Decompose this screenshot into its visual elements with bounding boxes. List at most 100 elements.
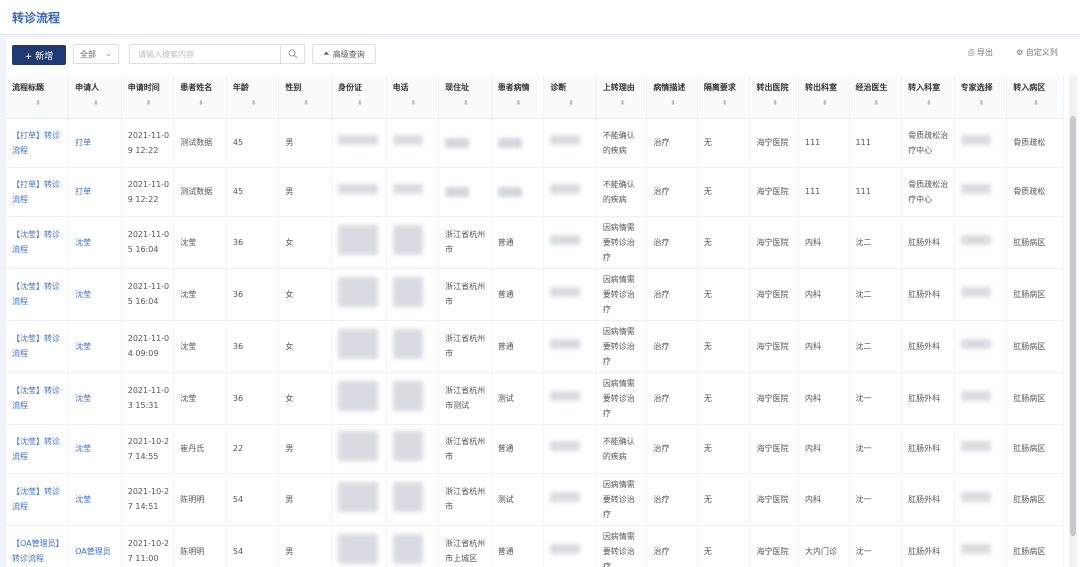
column-header[interactable]: 病情描述 ⬍ [646,76,698,119]
table-row[interactable]: 【OA管理员】转诊流程 OA管理员 2021-10-27 11:00 陈明明 54 男 浙江… [6,525,1064,567]
table-cell-title[interactable]: 【打单】转诊流程 [6,167,70,217]
sort-icon[interactable]: ⬍ [498,99,540,107]
column-header[interactable]: 转出医院 ⬍ [749,76,799,119]
redacted-cell [386,118,440,168]
table-cell-patient: 测试数据 [173,167,227,217]
table-row[interactable]: 【打单】转诊流程 打单 2021-11-09 12:22 测试数据 45 男 不能确认的疾病… [6,167,1064,217]
column-header[interactable]: 专家选择 ⬍ [954,76,1008,119]
column-header[interactable]: 转入科室 ⬍ [901,76,955,119]
table-cell-applicant[interactable]: 沈莹 [68,216,122,269]
search-button[interactable] [281,44,305,64]
table-cell-cond: 普通 [491,525,545,567]
table-cell-age: 45 [226,167,280,217]
sort-icon[interactable]: ⬍ [704,99,746,107]
table-cell-iso: 无 [697,525,751,567]
column-header[interactable]: 患者病情 ⬍ [491,76,545,119]
vertical-scrollbar[interactable] [1069,76,1077,567]
column-header[interactable]: 上转理由 ⬍ [596,76,648,119]
column-header[interactable]: 隔离要求 ⬍ [697,76,751,119]
add-button[interactable]: + 新增 [12,45,66,65]
custom-columns-button[interactable]: ⚙ 自定义列 [1016,47,1058,58]
sort-icon[interactable]: ⬍ [756,99,794,107]
table-cell-applicant[interactable]: 打单 [68,167,122,217]
sort-icon[interactable]: ⬍ [908,99,950,107]
sort-icon[interactable]: ⬍ [550,99,592,107]
table-cell-applicant[interactable]: 沈莹 [68,320,122,373]
table-cell-hospital: 海宁医院 [749,268,799,321]
table-row[interactable]: 【沈莹】转诊流程 沈莹 2021-11-04 09:09 沈莹 36 女浙江省杭州市 普通因… [6,320,1064,373]
column-header[interactable]: 现住址 ⬍ [438,76,492,119]
table-cell-applicant[interactable]: 沈莹 [68,473,122,526]
sort-icon[interactable]: ⬍ [12,99,64,107]
table-cell-applicant[interactable]: OA管理员 [68,525,122,567]
table-row[interactable]: 【沈莹】转诊流程 沈莹 2021-10-27 14:55 崔丹氏 22 男 浙江省杭州市 普通… [6,424,1064,474]
column-header[interactable]: 转出科室 ⬍ [798,76,850,119]
column-header[interactable]: 患者姓名 ⬍ [173,76,227,119]
scrollbar-thumb[interactable] [1070,116,1076,536]
redacted-value [960,338,991,349]
table-cell-applicant[interactable]: 打单 [68,118,122,168]
sort-icon[interactable]: ⬍ [233,99,275,107]
column-header[interactable]: 身份证 ⬍ [331,76,387,119]
table-cell-addr: 浙江省杭州市 [438,320,492,373]
table-cell-title[interactable]: 【沈莹】转诊流程 [6,372,70,425]
column-header-label: 病情描述 [653,83,686,92]
table-row[interactable]: 【沈莹】转诊流程 沈莹 2021-10-27 14:51 陈明明 54 男 浙江省杭州市 测试… [6,473,1064,526]
sort-icon[interactable]: ⬍ [75,99,117,107]
column-header-label: 上转理由 [602,83,635,92]
sort-icon[interactable]: ⬍ [128,99,170,107]
sort-icon[interactable]: ⬍ [856,99,898,107]
table-cell-patient: 沈莹 [173,216,227,269]
search-icon [288,49,297,59]
column-header-label: 性别 [285,83,302,92]
column-header[interactable]: 经治医生 ⬍ [849,76,903,119]
table-cell-applicant[interactable]: 沈莹 [68,268,122,321]
table-cell-title[interactable]: 【沈莹】转诊流程 [6,216,70,269]
table-cell-in_ward: 肛肠病区 [1006,372,1064,425]
table-cell-title[interactable]: 【沈莹】转诊流程 [6,268,70,321]
sort-icon[interactable]: ⬍ [338,99,382,107]
table-cell-sex: 男 [278,167,332,217]
column-header[interactable]: 年龄 ⬍ [226,76,280,119]
column-header[interactable]: 转入病区 ⬍ [1006,76,1064,119]
column-header[interactable]: 申请时间 ⬍ [121,76,175,119]
sort-icon[interactable]: ⬍ [653,99,693,107]
table-cell-in_dept: 肛肠外科 [901,424,955,474]
column-header[interactable]: 流程标题 ⬍ [6,76,70,119]
search-input[interactable]: 请输入搜索内容 [129,44,281,64]
table-cell-title[interactable]: 【OA管理员】转诊流程 [6,525,70,567]
table-cell-applicant[interactable]: 沈莹 [68,424,122,474]
table-cell-applicant[interactable]: 沈莹 [68,372,122,425]
table-cell-addr [438,118,492,168]
table-cell-title[interactable]: 【沈莹】转诊流程 [6,473,70,526]
sort-icon[interactable]: ⬍ [603,99,643,107]
advanced-search-button[interactable]: ⏶ 高级查询 [312,44,376,64]
export-button[interactable]: ⎙ 导出 [968,47,993,58]
column-header[interactable]: 诊断 ⬍ [543,76,597,119]
table-cell-title[interactable]: 【沈莹】转诊流程 [6,424,70,474]
redacted-value [392,431,423,461]
sort-icon[interactable]: ⬍ [1013,99,1059,107]
table-cell-desc: 治疗 [646,473,698,526]
table-cell-cond: 测试 [491,372,545,425]
sort-icon[interactable]: ⬍ [961,99,1003,107]
redacted-value [550,338,581,349]
table-row[interactable]: 【沈莹】转诊流程 沈莹 2021-11-03 15:31 沈莹 36 女浙江省杭州市测试测… [6,372,1064,425]
column-header[interactable]: 性别 ⬍ [278,76,332,119]
sort-icon[interactable]: ⬍ [445,99,487,107]
column-header[interactable]: 申请人 ⬍ [68,76,122,119]
redacted-value [337,380,378,411]
redacted-value [960,184,991,194]
table-cell-title[interactable]: 【打单】转诊流程 [6,118,70,168]
sort-icon[interactable]: ⬍ [285,99,327,107]
table-cell-title[interactable]: 【沈莹】转诊流程 [6,320,70,373]
table-row[interactable]: 【沈莹】转诊流程 沈莹 2021-11-05 16:04 沈莹 36 女浙江省杭州市 普通因… [6,216,1064,269]
sort-icon[interactable]: ⬍ [805,99,845,107]
redacted-cell [954,118,1008,168]
filter-select[interactable]: 全部 ⌄ [73,44,119,64]
sort-icon[interactable]: ⬍ [180,99,222,107]
sort-icon[interactable]: ⬍ [393,99,435,107]
column-header[interactable]: 电话 ⬍ [386,76,440,119]
table-row[interactable]: 【沈莹】转诊流程 沈莹 2021-11-05 16:04 沈莹 36 女浙江省杭州市 普通因… [6,268,1064,321]
table-row[interactable]: 【打单】转诊流程 打单 2021-11-09 12:22 测试数据 45 男 不能确认的疾病… [6,118,1064,168]
